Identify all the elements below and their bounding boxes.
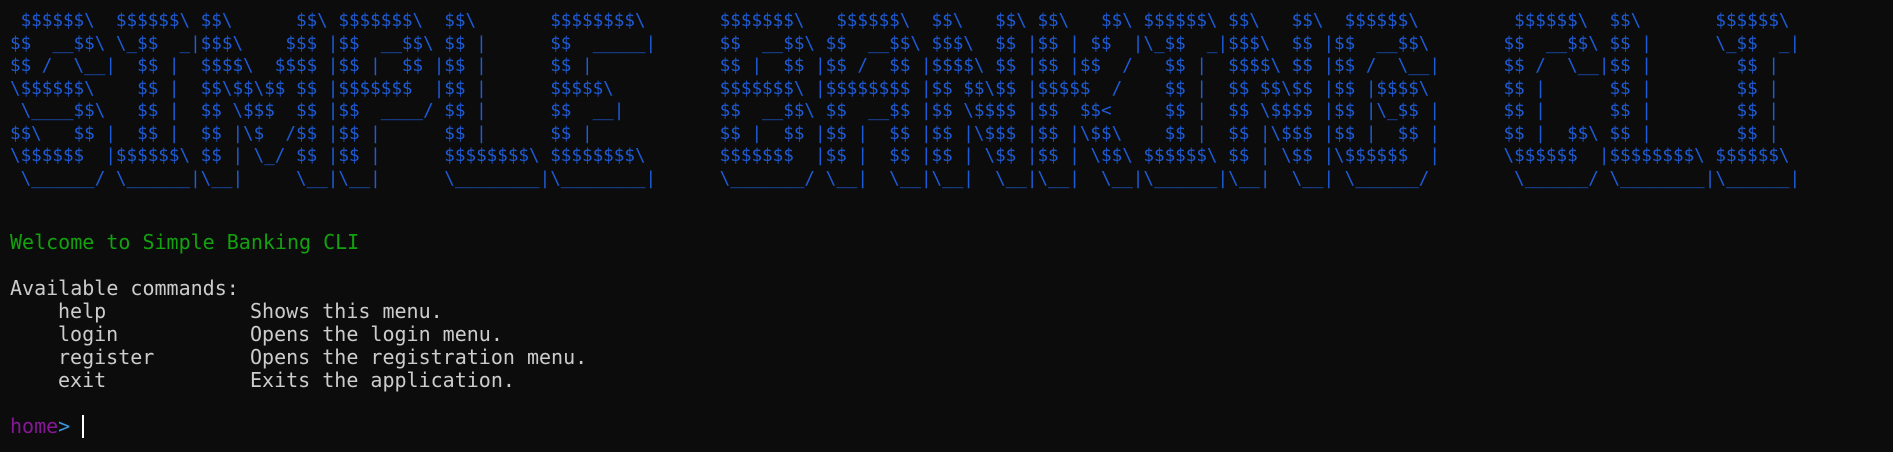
command-row-login: login Opens the login menu. [10,323,1893,346]
command-name: login [58,322,119,346]
welcome-message: Welcome to Simple Banking CLI [10,230,360,254]
command-list: help Shows this menu. login Opens the lo… [10,300,1893,392]
command-name: help [58,299,107,323]
banner-line: \$$$$$$\ $$ | $$\$$\$$ $$ |$$$$$$$ |$$ |… [10,78,1801,99]
banner-line: $$$$$$\ $$$$$$\ $$\ $$\ $$$$$$$\ $$\ $$$… [10,11,1801,31]
command-row-exit: exit Exits the application. [10,369,1893,392]
command-row-register: register Opens the registration menu. [10,346,1893,369]
command-description: Opens the registration menu. [250,345,588,369]
command-name: register [58,345,155,369]
command-description: Exits the application. [250,368,515,392]
banner-line: $$ __$$\ \_$$ _|$$$\ $$$ |$$ __$$\ $$ | … [10,33,1801,54]
banner-line: \____$$\ $$ | $$ \$$$ $$ |$$ ____/ $$ | … [10,101,1801,121]
banner-line: $$\ $$ | $$ | $$ |\$ /$$ |$$ | $$ | $$ |… [10,123,1801,144]
text-cursor [82,415,84,438]
prompt-symbol: > [58,414,71,438]
ascii-banner: $$$$$$\ $$$$$$\ $$\ $$\ $$$$$$$\ $$\ $$$… [10,10,1893,190]
command-row-help: help Shows this menu. [10,300,1893,323]
terminal-window[interactable]: $$$$$$\ $$$$$$\ $$\ $$\ $$$$$$$\ $$\ $$$… [0,0,1893,452]
banner-line: \______/ \______|\__| \__|\__| \________… [10,168,1801,189]
banner-line: \$$$$$$ |$$$$$$\ $$ | \_/ $$ |$$ | $$$$$… [10,146,1801,166]
prompt-context: home [10,414,59,438]
banner-line: $$ / \__| $$ | $$$$\ $$$$ |$$ | $$ |$$ |… [10,56,1801,76]
command-description: Shows this menu. [250,299,443,323]
prompt-line[interactable]: home > [10,415,1893,438]
commands-heading: Available commands: [10,276,239,300]
command-description: Opens the login menu. [250,322,503,346]
command-name: exit [58,368,107,392]
